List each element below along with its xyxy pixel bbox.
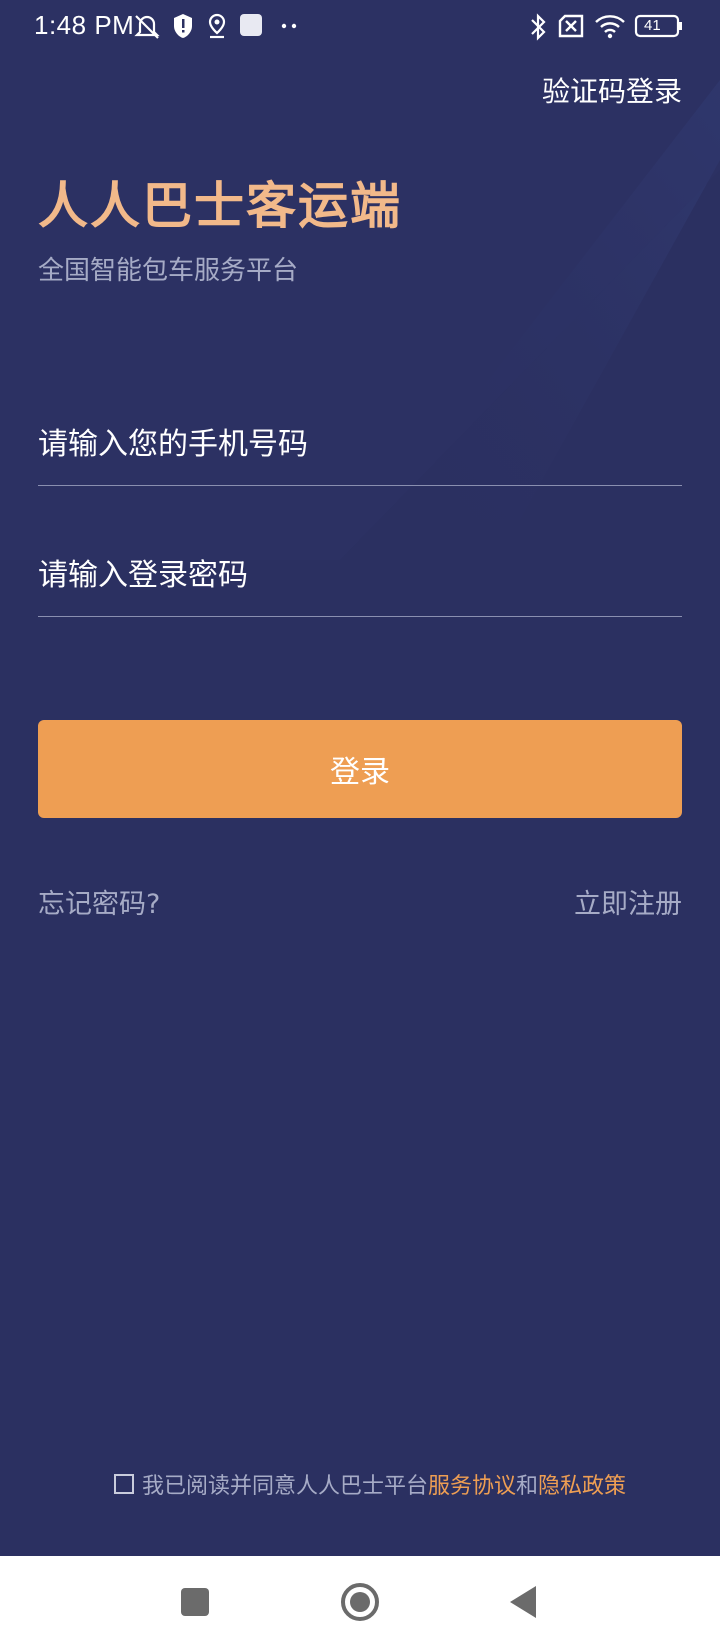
- forgot-password-link[interactable]: 忘记密码?: [38, 882, 160, 921]
- password-field: [38, 545, 682, 617]
- agree-checkbox[interactable]: [114, 1474, 134, 1494]
- wifi-icon: [595, 15, 625, 39]
- sim-off-icon: [558, 14, 584, 38]
- app-title: 人人巴士客运端: [38, 177, 402, 235]
- status-time: 1:48 PM: [34, 10, 135, 40]
- recent-apps-icon[interactable]: [178, 1578, 212, 1626]
- login-button[interactable]: 登录: [38, 720, 682, 818]
- mute-icon: [134, 15, 160, 39]
- phone-field: [38, 414, 682, 486]
- password-input[interactable]: [38, 545, 682, 605]
- battery-level: 41: [644, 17, 661, 34]
- more-dots-icon: [281, 23, 297, 29]
- app-subtitle: 全国智能包车服务平台: [38, 256, 299, 286]
- location-icon: [208, 13, 226, 39]
- agreement-and-text: 和: [516, 1474, 539, 1499]
- navigation-bar: [0, 1556, 720, 1650]
- notification-square-icon: [240, 14, 262, 36]
- register-link[interactable]: 立即注册: [574, 882, 682, 921]
- sms-code-login-link[interactable]: 验证码登录: [542, 70, 682, 110]
- phone-input[interactable]: [38, 414, 682, 474]
- home-icon[interactable]: [338, 1578, 382, 1626]
- agreement-text: 我已阅读并同意人人巴士平台: [142, 1474, 429, 1499]
- privacy-policy-link[interactable]: 隐私政策: [538, 1468, 626, 1500]
- login-screen: 1:48 PM 41 验证码登录 人人巴士客运端 全国智能包车服务平台 请输入您…: [0, 0, 720, 1556]
- bluetooth-icon: [531, 13, 546, 41]
- service-agreement-link[interactable]: 服务协议: [428, 1468, 516, 1500]
- status-bar: 1:48 PM 41: [0, 0, 720, 56]
- back-icon[interactable]: [506, 1578, 540, 1626]
- agreement-row: 我已阅读并同意人人巴士平台 服务协议 和 隐私政策: [114, 1468, 626, 1500]
- shield-icon: [174, 14, 192, 38]
